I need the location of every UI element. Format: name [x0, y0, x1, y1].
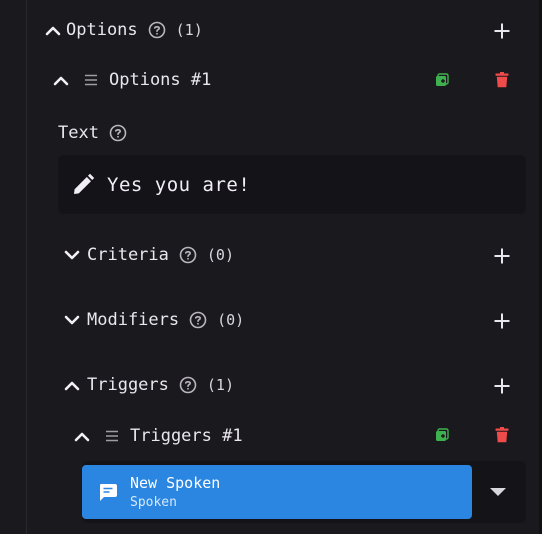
duplicate-icon: [435, 73, 449, 87]
modifiers-count: (0): [217, 311, 245, 329]
text-field-label-row: Text: [58, 121, 127, 145]
option-item-header[interactable]: Options #1: [52, 68, 211, 92]
trigger-item-header[interactable]: Triggers #1: [73, 424, 243, 448]
trash-icon: [495, 72, 509, 88]
text-field-value: Yes you are!: [107, 173, 251, 196]
help-circle-icon[interactable]: [179, 246, 197, 264]
duplicate-trigger-button[interactable]: [433, 426, 451, 444]
help-circle-icon[interactable]: [189, 311, 207, 329]
options-header[interactable]: Options (1): [44, 18, 203, 42]
duplicate-icon: [435, 428, 449, 442]
help-circle-icon[interactable]: [148, 21, 166, 39]
help-circle-icon[interactable]: [109, 124, 127, 142]
criteria-title: Criteria: [87, 245, 169, 265]
plus-icon: [493, 312, 511, 330]
trigger-card-subtitle: Spoken: [130, 495, 177, 510]
pencil-icon: [71, 173, 95, 197]
modifiers-header[interactable]: Modifiers (0): [63, 308, 244, 332]
add-trigger-button[interactable]: [491, 375, 513, 397]
options-title: Options: [66, 20, 138, 40]
help-circle-icon[interactable]: [179, 376, 197, 394]
chevron-down-filled-icon: [489, 487, 507, 497]
delete-option-button[interactable]: [493, 71, 511, 89]
criteria-count: (0): [206, 246, 234, 264]
delete-trigger-button[interactable]: [493, 426, 511, 444]
text-field-input[interactable]: Yes you are!: [58, 155, 526, 214]
options-count: (1): [175, 21, 203, 39]
left-border-line: [26, 0, 27, 534]
add-modifier-button[interactable]: [491, 310, 513, 332]
add-criteria-button[interactable]: [491, 245, 513, 267]
chevron-up-icon[interactable]: [63, 379, 81, 391]
chevron-down-icon[interactable]: [63, 249, 81, 261]
plus-icon: [493, 247, 511, 265]
triggers-title: Triggers: [87, 375, 169, 395]
trash-icon: [495, 427, 509, 443]
drag-lines-icon[interactable]: [84, 74, 98, 86]
trigger-type-dropdown-button[interactable]: [484, 480, 512, 504]
chat-message-icon: [98, 482, 118, 502]
criteria-header[interactable]: Criteria (0): [63, 243, 234, 267]
trigger-item-title: Triggers #1: [130, 426, 243, 446]
add-option-button[interactable]: [491, 20, 513, 42]
text-field-label: Text: [58, 123, 99, 143]
chevron-up-icon[interactable]: [52, 74, 70, 86]
plus-icon: [493, 22, 511, 40]
triggers-header[interactable]: Triggers (1): [63, 373, 234, 397]
chevron-down-icon[interactable]: [63, 314, 81, 326]
trigger-card-title: New Spoken: [130, 474, 221, 492]
chevron-up-icon[interactable]: [73, 430, 91, 442]
chevron-up-icon[interactable]: [44, 24, 62, 36]
plus-icon: [493, 377, 511, 395]
drag-lines-icon[interactable]: [105, 430, 119, 442]
trigger-card[interactable]: New Spoken Spoken: [82, 465, 472, 519]
triggers-count: (1): [206, 376, 234, 394]
option-item-title: Options #1: [109, 70, 212, 90]
duplicate-option-button[interactable]: [433, 71, 451, 89]
modifiers-title: Modifiers: [87, 310, 180, 330]
